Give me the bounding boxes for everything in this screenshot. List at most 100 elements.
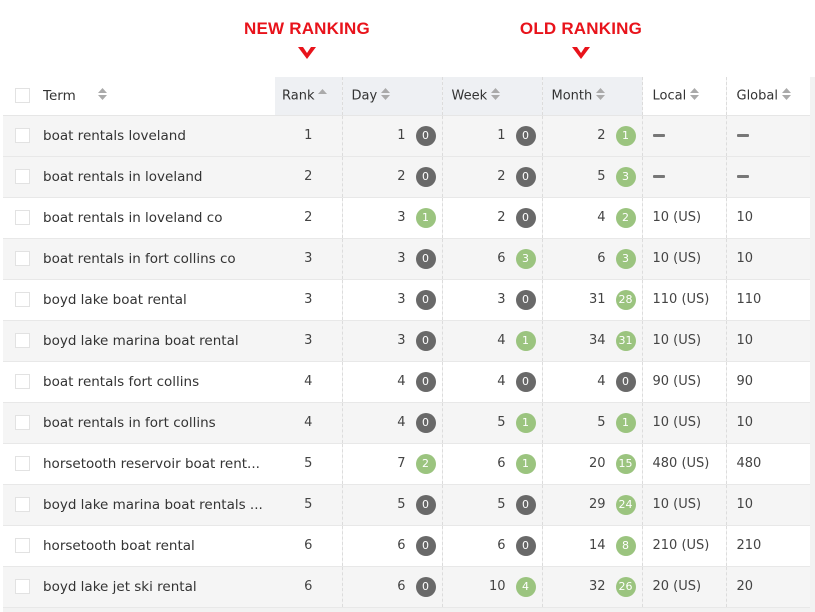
- change-badge: 28: [615, 289, 636, 310]
- week-cell: 50: [441, 484, 542, 526]
- month-cell: 21: [541, 115, 642, 157]
- local-volume: 90 (US): [652, 374, 702, 389]
- term-cell[interactable]: boyd lake marina boat rentals ...: [43, 484, 275, 526]
- day-rank: 6: [397, 538, 406, 553]
- global-volume: 10: [736, 251, 754, 266]
- row-checkbox[interactable]: [15, 333, 30, 348]
- term-cell[interactable]: boat rentals in loveland: [43, 156, 275, 198]
- week-cell: 10 4: [441, 566, 542, 608]
- row-checkbox[interactable]: [15, 415, 30, 430]
- empty-dash-icon: [652, 175, 665, 178]
- term-cell[interactable]: boyd lake boat rental: [43, 279, 275, 321]
- table-row[interactable]: boyd lake boat rental 3 3 0 3 0 31 28 110 (US) 11…: [3, 279, 810, 321]
- rank-header-label: Rank: [282, 88, 315, 104]
- rank-cell: 3: [275, 279, 342, 321]
- month-cell: 14 8: [541, 525, 642, 567]
- row-checkbox[interactable]: [15, 497, 30, 512]
- column-header-global[interactable]: Global: [725, 77, 810, 116]
- row-checkbox[interactable]: [15, 456, 30, 471]
- day-rank: 4: [397, 415, 406, 430]
- change-badge: 0: [415, 494, 436, 515]
- column-header-day[interactable]: Day: [341, 77, 442, 116]
- table-row[interactable]: boat rentals in loveland co 2 3 1 2 0 4 2 10 (US…: [3, 197, 810, 239]
- global-cell: 10: [725, 238, 810, 280]
- global-volume: 10: [736, 333, 754, 348]
- sort-both-icon: [781, 87, 791, 104]
- sort-both-icon: [596, 87, 606, 104]
- sort-both-icon: [97, 87, 107, 104]
- row-checkbox[interactable]: [15, 579, 30, 594]
- term-cell[interactable]: horsetooth boat rental: [43, 525, 275, 567]
- column-header-rank[interactable]: Rank: [275, 77, 342, 116]
- table-row[interactable]: boat rentals loveland 1 1 0 1 0 2 1: [3, 115, 810, 157]
- row-select-cell: [3, 402, 43, 444]
- day-rank: 5: [397, 497, 406, 512]
- table-row[interactable]: boat rentals fort collins 4 4 0 4 0 4 0 90 (US) 9…: [3, 361, 810, 403]
- column-header-local[interactable]: Local: [641, 77, 726, 116]
- old-ranking-annotation: OLD RANKING: [517, 19, 645, 65]
- change-badge: 2: [415, 453, 436, 474]
- day-rank: 1: [397, 128, 406, 143]
- term-cell[interactable]: boyd lake jet ski rental: [43, 566, 275, 608]
- table-row[interactable]: boat rentals in fort collins co 3 3 0 6 3 6 3 10…: [3, 238, 810, 280]
- global-volume: 110: [736, 292, 762, 307]
- table-row[interactable]: boyd lake jet ski rental 6 6 0 10 4 32 26 20 (US…: [3, 566, 810, 608]
- row-checkbox[interactable]: [15, 374, 30, 389]
- rank-cell: 5: [275, 443, 342, 485]
- empty-dash-icon: [652, 134, 665, 137]
- day-cell: 60: [341, 566, 442, 608]
- change-badge: 8: [615, 535, 636, 556]
- row-checkbox[interactable]: [15, 210, 30, 225]
- change-badge: 0: [515, 207, 536, 228]
- change-badge: 0: [515, 371, 536, 392]
- month-rank: 34: [588, 333, 606, 348]
- week-rank: 2: [497, 210, 506, 225]
- day-cell: 10: [341, 115, 442, 157]
- change-badge: 0: [515, 494, 536, 515]
- change-badge: 0: [515, 166, 536, 187]
- term-cell[interactable]: boat rentals fort collins: [43, 361, 275, 403]
- column-header-term[interactable]: Term: [43, 77, 275, 116]
- change-badge: 4: [515, 576, 536, 597]
- rank-cell: 3: [275, 238, 342, 280]
- column-header-week[interactable]: Week: [441, 77, 542, 116]
- term-cell[interactable]: boat rentals in loveland co: [43, 197, 275, 239]
- change-badge: 0: [415, 412, 436, 433]
- term-cell[interactable]: boat rentals in fort collins: [43, 402, 275, 444]
- term-cell[interactable]: boat rentals in fort collins co: [43, 238, 275, 280]
- term-cell[interactable]: horsetooth reservoir boat rent...: [43, 443, 275, 485]
- table-row[interactable]: boat rentals in fort collins 4 4 0 5 1 5 1 10 (U…: [3, 402, 810, 444]
- day-cell: 60: [341, 525, 442, 567]
- month-cell: 32 26: [541, 566, 642, 608]
- change-badge: 1: [515, 412, 536, 433]
- row-checkbox[interactable]: [15, 538, 30, 553]
- day-cell: 40: [341, 402, 442, 444]
- row-checkbox[interactable]: [15, 128, 30, 143]
- row-checkbox[interactable]: [15, 292, 30, 307]
- month-cell: 42: [541, 197, 642, 239]
- row-select-cell: [3, 197, 43, 239]
- change-badge: 0: [515, 125, 536, 146]
- week-rank: 6: [497, 456, 506, 471]
- day-cell: 30: [341, 238, 442, 280]
- global-volume: 10: [736, 210, 754, 225]
- table-row[interactable]: boyd lake marina boat rentals ... 5 5 0 5 0 29…: [3, 484, 810, 526]
- row-select-cell: [3, 156, 43, 198]
- table-row[interactable]: boyd lake marina boat rental 3 3 0 4 1 34 31 10 …: [3, 320, 810, 362]
- row-checkbox[interactable]: [15, 169, 30, 184]
- table-row[interactable]: boat rentals in loveland 2 2 0 2 0 5 3: [3, 156, 810, 198]
- sort-both-icon: [491, 87, 501, 104]
- rank-cell: 3: [275, 320, 342, 362]
- row-checkbox[interactable]: [15, 251, 30, 266]
- term-cell[interactable]: boyd lake marina boat rental: [43, 320, 275, 362]
- day-rank: 3: [397, 333, 406, 348]
- global-cell: [725, 156, 810, 198]
- select-all-checkbox[interactable]: [15, 88, 30, 104]
- day-rank: 6: [397, 579, 406, 594]
- change-badge: 3: [615, 248, 636, 269]
- column-header-month[interactable]: Month: [541, 77, 642, 116]
- table-row[interactable]: horsetooth boat rental 6 6 0 6 0 14 8 210 (US) 21…: [3, 525, 810, 567]
- term-cell[interactable]: boat rentals loveland: [43, 115, 275, 157]
- table-row[interactable]: horsetooth reservoir boat rent... 5 7 2 6 1 20…: [3, 443, 810, 485]
- week-cell: 60: [441, 525, 542, 567]
